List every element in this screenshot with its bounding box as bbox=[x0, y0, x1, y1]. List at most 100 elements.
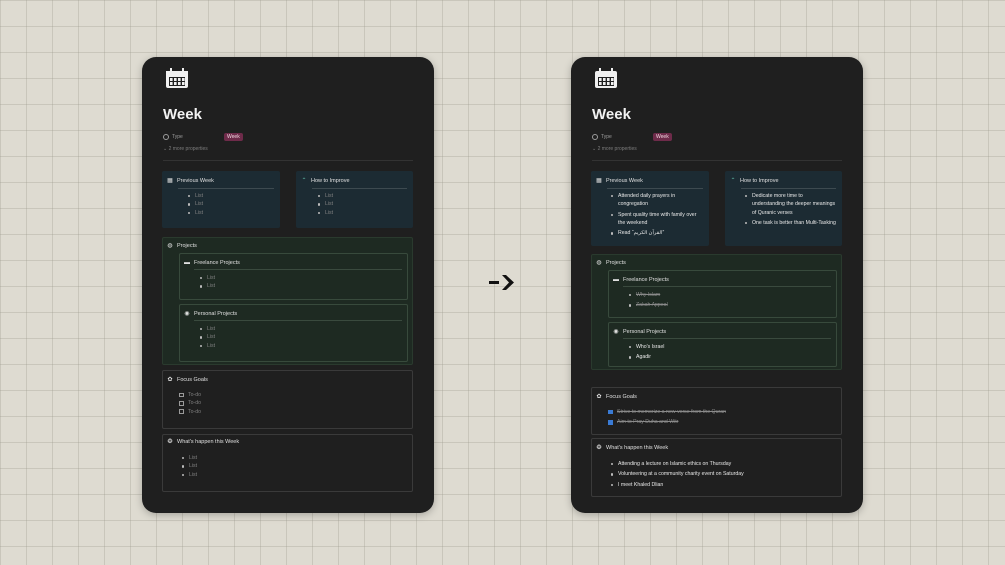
list-item[interactable]: List bbox=[318, 192, 333, 200]
chevrons-up-icon: ⌃ bbox=[730, 178, 736, 184]
list-item[interactable]: List bbox=[318, 209, 333, 217]
todo-item[interactable]: To-do bbox=[179, 399, 201, 407]
list-item[interactable]: List bbox=[200, 282, 215, 290]
personal-projects-header: ◉ Personal Projects bbox=[613, 329, 666, 335]
more-properties-toggle[interactable]: ⌄ 2 more properties bbox=[163, 146, 208, 152]
header-rule bbox=[194, 320, 402, 321]
personal-projects-list: List List List bbox=[200, 325, 215, 350]
list-item[interactable]: Volunteering at a community charity even… bbox=[611, 470, 744, 478]
freelance-projects-title: Freelance Projects bbox=[194, 260, 240, 266]
list-item[interactable]: List bbox=[200, 342, 215, 350]
header-rule bbox=[607, 188, 703, 189]
how-to-improve-list: Dedicate more time to understanding the … bbox=[745, 192, 837, 227]
list-item[interactable]: Zakah Appeal bbox=[629, 301, 668, 309]
filled-page-card: Week Type Week ⌄ 2 more properties ▦ Pre… bbox=[571, 57, 863, 513]
previous-week-header: ▦ Previous Week bbox=[596, 178, 643, 184]
previous-week-header: ▦ Previous Week bbox=[167, 178, 214, 184]
laptop-icon: ▬ bbox=[184, 260, 190, 266]
list-item[interactable]: Why Islam bbox=[629, 291, 668, 299]
flower-icon: ✿ bbox=[596, 394, 602, 400]
how-to-improve-callout: ⌃ How to Improve Dedicate more time to u… bbox=[725, 171, 842, 246]
flower-icon: ✿ bbox=[167, 377, 173, 383]
palette-icon: ◍ bbox=[167, 243, 173, 249]
list-item[interactable]: List bbox=[182, 462, 197, 470]
personal-projects-header: ◉ Personal Projects bbox=[184, 311, 237, 317]
whats-happen-callout: ❂ What's happen this Week Attending a le… bbox=[591, 438, 842, 497]
focus-goals-todo-list: Strive to memorize a new verse from the … bbox=[608, 408, 726, 427]
previous-week-callout: ▦ Previous Week Attended daily prayers i… bbox=[591, 171, 709, 246]
personal-projects-list: Who's Israel Agadir bbox=[629, 343, 664, 362]
focus-goals-callout: ✿ Focus Goals Strive to memorize a new v… bbox=[591, 387, 842, 435]
projects-header: ◍ Projects bbox=[596, 260, 626, 266]
checkbox[interactable] bbox=[179, 400, 184, 406]
calendar-icon: ▦ bbox=[167, 178, 173, 184]
list-item[interactable]: Spent quality time with family over the … bbox=[611, 211, 703, 228]
calendar-icon bbox=[595, 68, 617, 88]
type-property[interactable]: Type Week bbox=[163, 133, 243, 141]
checkbox-checked[interactable] bbox=[608, 419, 613, 425]
calendar-icon bbox=[166, 68, 188, 88]
personal-projects-block: ◉ Personal Projects List List List bbox=[179, 304, 408, 362]
whats-happen-list: List List List bbox=[182, 454, 197, 479]
list-item[interactable]: List bbox=[188, 209, 203, 217]
list-item[interactable]: I meet Khaled Dlian bbox=[611, 481, 744, 489]
list-item[interactable]: Read “القرآن الكريم” bbox=[611, 229, 703, 237]
list-item[interactable]: List bbox=[318, 200, 333, 208]
page-title: Week bbox=[163, 106, 202, 123]
user-circle-icon: ◉ bbox=[613, 329, 619, 335]
list-item[interactable]: List bbox=[182, 471, 197, 479]
template-page-card: Week Type Week ⌄ 2 more properties ▦ Pre… bbox=[142, 57, 434, 513]
list-item[interactable]: Agadir bbox=[629, 353, 664, 361]
todo-item[interactable]: Strive to memorize a new verse from the … bbox=[608, 408, 726, 416]
more-properties-label: 2 more properties bbox=[168, 146, 208, 152]
whats-happen-header: ❂ What's happen this Week bbox=[167, 439, 239, 445]
list-item[interactable]: Dedicate more time to understanding the … bbox=[745, 192, 837, 217]
list-item[interactable]: List bbox=[182, 454, 197, 462]
todo-label: Aim to Pray Duha and Witr bbox=[617, 419, 679, 426]
list-item[interactable]: List bbox=[188, 200, 203, 208]
freelance-projects-list: Why Islam Zakah Appeal bbox=[629, 291, 668, 310]
type-badge[interactable]: Week bbox=[224, 133, 243, 141]
more-properties-label: 2 more properties bbox=[597, 146, 637, 152]
type-icon bbox=[163, 134, 169, 140]
list-item[interactable]: List bbox=[200, 274, 215, 282]
todo-label: To-do bbox=[188, 408, 201, 415]
whats-happen-title: What's happen this Week bbox=[177, 439, 240, 445]
list-item[interactable]: One task is better than Multi-Tasking bbox=[745, 219, 837, 227]
personal-projects-title: Personal Projects bbox=[194, 311, 238, 317]
list-item[interactable]: List bbox=[200, 325, 215, 333]
list-item[interactable]: Attending a lecture on Islamic ethics on… bbox=[611, 460, 744, 468]
focus-goals-title: Focus Goals bbox=[606, 394, 637, 400]
focus-goals-header: ✿ Focus Goals bbox=[167, 377, 207, 383]
personal-projects-block: ◉ Personal Projects Who's Israel Agadir bbox=[608, 322, 837, 367]
previous-week-title: Previous Week bbox=[177, 178, 214, 184]
type-label: Type bbox=[601, 134, 612, 140]
how-to-improve-callout: ⌃ How to Improve List List List bbox=[296, 171, 413, 228]
laptop-icon: ▬ bbox=[613, 277, 619, 283]
list-item[interactable]: List bbox=[188, 192, 203, 200]
checkbox[interactable] bbox=[179, 392, 184, 398]
more-properties-toggle[interactable]: ⌄ 2 more properties bbox=[592, 146, 637, 152]
whats-happen-list: Attending a lecture on Islamic ethics on… bbox=[611, 460, 744, 489]
projects-title: Projects bbox=[177, 243, 197, 249]
header-rule bbox=[178, 188, 274, 189]
todo-item[interactable]: Aim to Pray Duha and Witr bbox=[608, 418, 726, 426]
how-to-improve-header: ⌃ How to Improve bbox=[730, 178, 778, 184]
checkbox-checked[interactable] bbox=[608, 409, 613, 415]
header-rule bbox=[623, 338, 831, 339]
list-item[interactable]: List bbox=[200, 333, 215, 341]
freelance-projects-header: ▬ Freelance Projects bbox=[184, 260, 240, 266]
list-item[interactable]: Attended daily prayers in congregation bbox=[611, 192, 703, 209]
freelance-projects-title: Freelance Projects bbox=[623, 277, 669, 283]
list-item[interactable]: Who's Israel bbox=[629, 343, 664, 351]
projects-callout: ◍ Projects ▬ Freelance Projects Why Isla… bbox=[591, 254, 842, 370]
header-rule bbox=[312, 188, 407, 189]
focus-goals-todo-list: To-do To-do To-do bbox=[179, 391, 201, 416]
todo-item[interactable]: To-do bbox=[179, 408, 201, 416]
type-badge[interactable]: Week bbox=[653, 133, 672, 141]
todo-item[interactable]: To-do bbox=[179, 391, 201, 399]
projects-header: ◍ Projects bbox=[167, 243, 197, 249]
checkbox[interactable] bbox=[179, 409, 184, 414]
divider bbox=[163, 160, 413, 161]
type-property[interactable]: Type Week bbox=[592, 133, 672, 141]
